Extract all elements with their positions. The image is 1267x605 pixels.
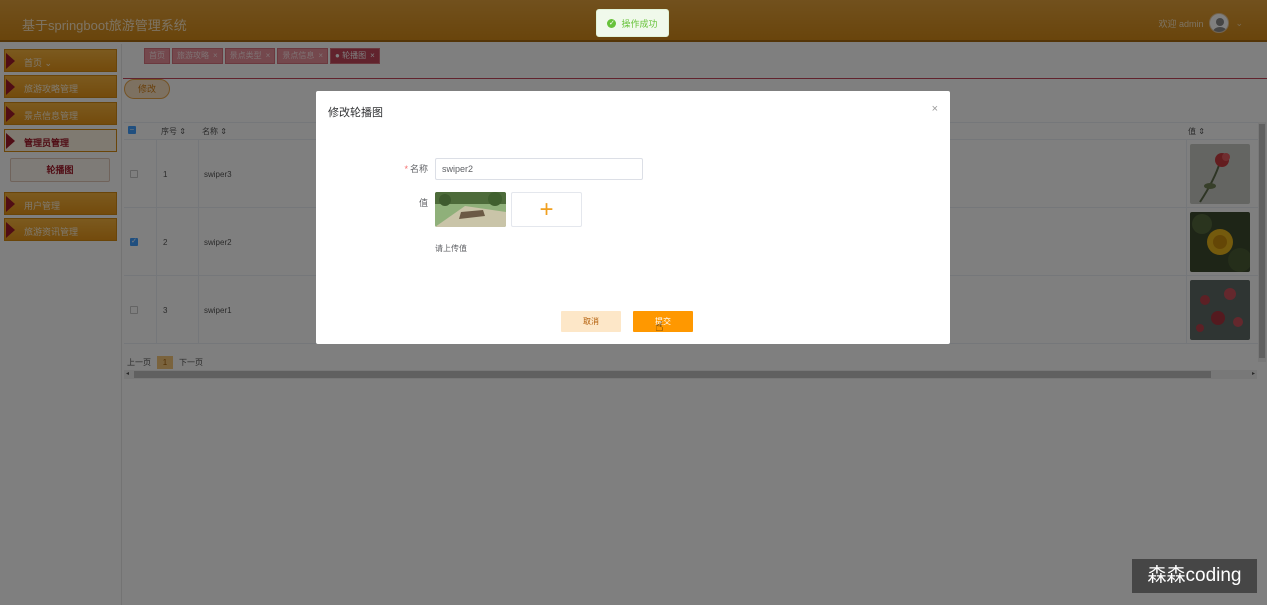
cancel-button[interactable]: 取消: [561, 311, 621, 332]
plus-icon: +: [539, 195, 554, 223]
success-toast: ✓ 操作成功: [596, 9, 669, 37]
watermark: 森森coding: [1132, 559, 1257, 593]
name-label: * 名称: [388, 162, 428, 175]
upload-hint: 请上传值: [435, 244, 467, 253]
uploaded-image[interactable]: [435, 192, 506, 227]
name-field[interactable]: [435, 158, 643, 180]
hand-cursor-icon: ☝: [655, 318, 664, 334]
check-circle-icon: ✓: [607, 18, 617, 28]
dialog-title: 修改轮播图: [328, 107, 383, 119]
close-icon[interactable]: ×: [932, 103, 938, 115]
toast-text: 操作成功: [621, 18, 658, 29]
value-label: 值: [418, 198, 428, 208]
edit-carousel-dialog: 修改轮播图 × *名称 值 + 请上传值 取消 提交: [316, 91, 950, 344]
required-mark: *: [404, 164, 408, 174]
upload-button[interactable]: +: [511, 192, 582, 227]
name-label-text: 名称: [409, 164, 428, 174]
